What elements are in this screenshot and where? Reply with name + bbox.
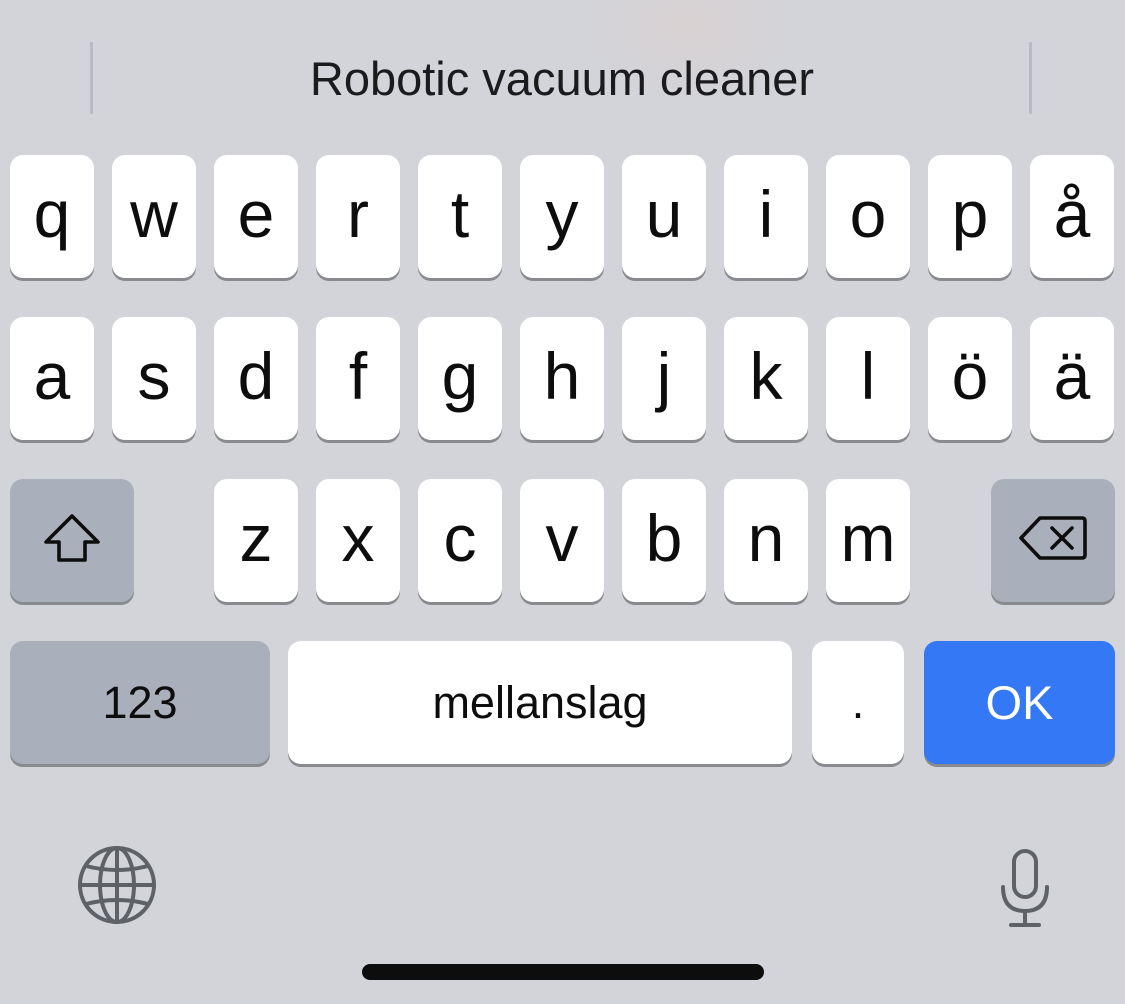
key-t[interactable]: t bbox=[418, 155, 502, 278]
key-g[interactable]: g bbox=[418, 317, 502, 440]
return-key[interactable]: OK bbox=[924, 641, 1115, 764]
key-i[interactable]: i bbox=[724, 155, 808, 278]
key-h[interactable]: h bbox=[520, 317, 604, 440]
key-o[interactable]: o bbox=[826, 155, 910, 278]
key-a-ring[interactable]: å bbox=[1030, 155, 1114, 278]
key-k[interactable]: k bbox=[724, 317, 808, 440]
key-z[interactable]: z bbox=[214, 479, 298, 602]
key-q[interactable]: q bbox=[10, 155, 94, 278]
key-e[interactable]: e bbox=[214, 155, 298, 278]
space-key[interactable]: mellanslag bbox=[288, 641, 792, 764]
key-y[interactable]: y bbox=[520, 155, 604, 278]
key-u[interactable]: u bbox=[622, 155, 706, 278]
key-n[interactable]: n bbox=[724, 479, 808, 602]
key-f[interactable]: f bbox=[316, 317, 400, 440]
shift-key[interactable] bbox=[10, 479, 134, 602]
suggestion-divider-left bbox=[90, 42, 93, 114]
key-d[interactable]: d bbox=[214, 317, 298, 440]
backspace-icon bbox=[1018, 512, 1088, 569]
delete-key[interactable] bbox=[991, 479, 1115, 602]
key-w[interactable]: w bbox=[112, 155, 196, 278]
key-a[interactable]: a bbox=[10, 317, 94, 440]
predictive-text-bar: Robotic vacuum cleaner bbox=[0, 0, 1125, 150]
key-b[interactable]: b bbox=[622, 479, 706, 602]
key-a-umlaut[interactable]: ä bbox=[1030, 317, 1114, 440]
key-s[interactable]: s bbox=[112, 317, 196, 440]
shift-arrow-icon bbox=[41, 512, 103, 569]
numbers-key[interactable]: 123 bbox=[10, 641, 270, 764]
period-key[interactable]: . bbox=[812, 641, 904, 764]
home-indicator[interactable] bbox=[362, 964, 764, 980]
key-v[interactable]: v bbox=[520, 479, 604, 602]
key-m[interactable]: m bbox=[826, 479, 910, 602]
key-r[interactable]: r bbox=[316, 155, 400, 278]
suggestion-item[interactable]: Robotic vacuum cleaner bbox=[94, 42, 1030, 114]
key-x[interactable]: x bbox=[316, 479, 400, 602]
key-o-umlaut[interactable]: ö bbox=[928, 317, 1012, 440]
key-p[interactable]: p bbox=[928, 155, 1012, 278]
suggestion-divider-right bbox=[1029, 42, 1032, 114]
microphone-icon[interactable] bbox=[990, 845, 1060, 931]
key-j[interactable]: j bbox=[622, 317, 706, 440]
key-c[interactable]: c bbox=[418, 479, 502, 602]
globe-icon[interactable] bbox=[74, 842, 160, 928]
key-l[interactable]: l bbox=[826, 317, 910, 440]
